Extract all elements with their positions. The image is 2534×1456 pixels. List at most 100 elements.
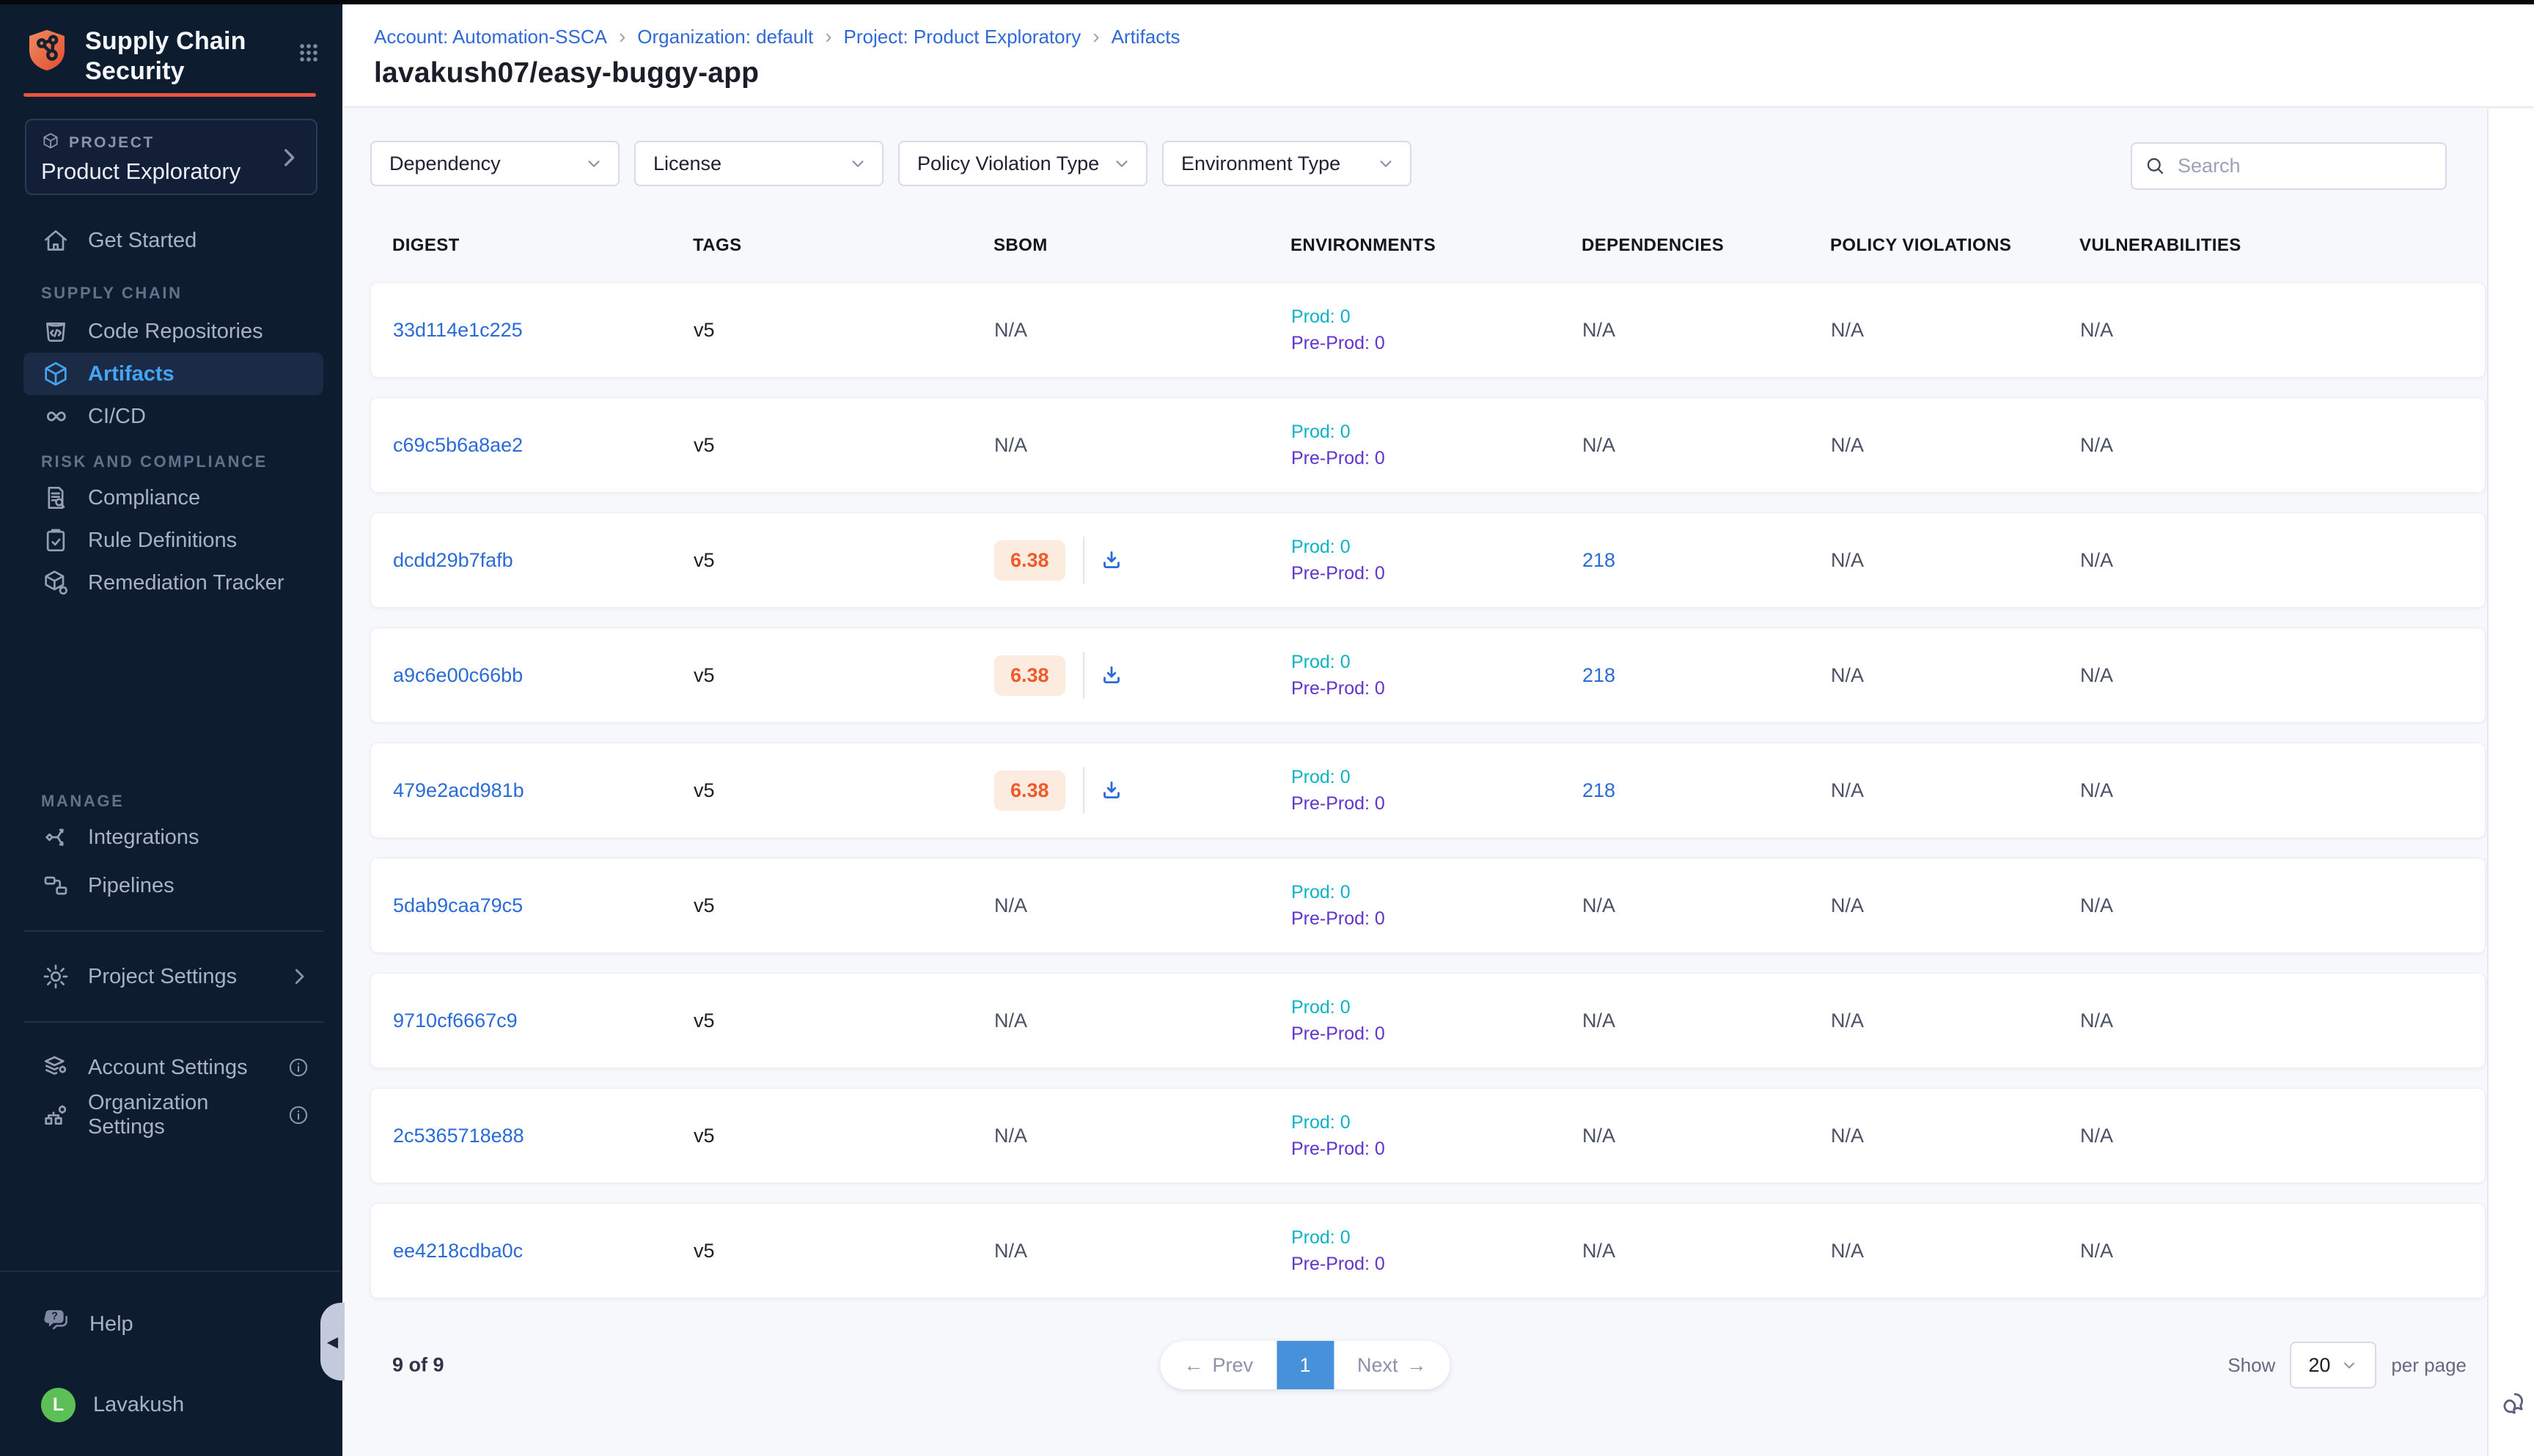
- right-gutter: [2487, 109, 2534, 1456]
- help-chat-icon: ?: [41, 1306, 72, 1342]
- dependencies-link[interactable]: 218: [1582, 779, 1615, 801]
- chat-support-icon[interactable]: [2497, 1389, 2528, 1423]
- digest-link[interactable]: 479e2acd981b: [393, 779, 524, 801]
- current-page-button[interactable]: 1: [1277, 1341, 1334, 1389]
- digest-link[interactable]: 33d114e1c225: [393, 319, 523, 341]
- page-title: lavakush07/easy-buggy-app: [374, 57, 2534, 89]
- next-page-button[interactable]: Next →: [1334, 1341, 1450, 1389]
- gear-icon: [41, 962, 70, 991]
- digest-link[interactable]: a9c6e00c66bb: [393, 664, 523, 686]
- column-header-vulnerabilities: VULNERABILITIES: [2079, 235, 2486, 256]
- digest-link[interactable]: c69c5b6a8ae2: [393, 434, 523, 456]
- sidebar-item-artifacts[interactable]: Artifacts: [23, 353, 323, 395]
- dependencies-value: N/A: [1582, 434, 1615, 456]
- accent-divider: [23, 93, 316, 97]
- per-page-label: per page: [2391, 1354, 2467, 1377]
- table-row: c69c5b6a8ae2v5N/AProd: 0Pre-Prod: 0N/AN/…: [370, 397, 2486, 493]
- next-arrow-icon: →: [1407, 1354, 1427, 1377]
- project-label: PROJECT: [69, 134, 155, 152]
- sidebar-item-pipelines[interactable]: Pipelines: [23, 864, 323, 907]
- environments-cell: Prod: 0Pre-Prod: 0: [1291, 537, 1582, 584]
- help-label: Help: [89, 1312, 133, 1336]
- policy-violation-type-filter-dropdown[interactable]: Policy Violation Type: [898, 141, 1147, 186]
- preprod-count: Pre-Prod: 0: [1291, 793, 1582, 815]
- infinity-icon: [41, 402, 70, 431]
- sidebar-item-project-settings[interactable]: Project Settings: [23, 955, 323, 998]
- tag-value: v5: [694, 894, 715, 916]
- digest-link[interactable]: 9710cf6667c9: [393, 1010, 518, 1032]
- prod-count: Prod: 0: [1291, 882, 1582, 903]
- vulnerabilities-value: N/A: [2080, 894, 2113, 916]
- filter-label: Environment Type: [1181, 152, 1340, 175]
- sidebar-item-remediation-tracker[interactable]: Remediation Tracker: [23, 562, 323, 604]
- preprod-count: Pre-Prod: 0: [1291, 678, 1582, 699]
- tag-value: v5: [694, 1125, 715, 1147]
- search-input[interactable]: [2131, 142, 2447, 190]
- column-header-dependencies: DEPENDENCIES: [1582, 235, 1830, 256]
- sbom-download-button[interactable]: [1099, 548, 1124, 573]
- chevron-right-icon: [276, 145, 301, 174]
- prev-page-button[interactable]: ← Prev: [1160, 1341, 1277, 1389]
- policy-violations-value: N/A: [1831, 894, 1864, 916]
- remediation-box-icon: [41, 568, 70, 598]
- sidebar-item-compliance[interactable]: Compliance: [23, 477, 323, 519]
- sbom-download-button[interactable]: [1099, 778, 1124, 803]
- sidebar-item-label: Organization Settings: [88, 1091, 269, 1139]
- sidebar-item-code-repositories[interactable]: Code Repositories: [23, 310, 323, 353]
- sidebar-item-account-settings[interactable]: Account Settings: [23, 1046, 323, 1089]
- sidebar-item-get-started[interactable]: Get Started: [23, 219, 323, 262]
- nav-section-heading: SUPPLY CHAIN: [23, 282, 323, 304]
- breadcrumb-separator: ›: [1092, 25, 1099, 48]
- project-selector[interactable]: PROJECT Product Exploratory: [25, 119, 317, 195]
- table-header: DIGEST TAGS SBOM ENVIRONMENTS DEPENDENCI…: [370, 235, 2486, 257]
- digest-link[interactable]: 2c5365718e88: [393, 1125, 524, 1147]
- digest-link[interactable]: ee4218cdba0c: [393, 1240, 523, 1262]
- chevron-down-icon: [1112, 154, 1131, 173]
- page-size-select[interactable]: 20: [2290, 1342, 2376, 1389]
- digest-link[interactable]: dcdd29b7fafb: [393, 549, 513, 571]
- breadcrumb-artifacts-link[interactable]: Artifacts: [1112, 26, 1180, 48]
- breadcrumb-account-link[interactable]: Account: Automation-SSCA: [374, 26, 607, 48]
- column-header-environments: ENVIRONMENTS: [1290, 235, 1582, 256]
- table-rows: 33d114e1c225v5N/AProd: 0Pre-Prod: 0N/AN/…: [370, 282, 2486, 1298]
- breadcrumb-project-link[interactable]: Project: Product Exploratory: [844, 26, 1081, 48]
- sidebar-item-rule-definitions[interactable]: Rule Definitions: [23, 519, 323, 562]
- sbom-value: N/A: [994, 1125, 1027, 1147]
- dependency-filter-dropdown[interactable]: Dependency: [370, 141, 620, 186]
- dependencies-link[interactable]: 218: [1582, 664, 1615, 686]
- sidebar-item-cicd[interactable]: CI/CD: [23, 395, 323, 438]
- pipelines-icon: [41, 871, 70, 900]
- show-label: Show: [2228, 1354, 2275, 1377]
- environment-type-filter-dropdown[interactable]: Environment Type: [1162, 141, 1411, 186]
- info-icon[interactable]: [287, 1056, 310, 1079]
- sidebar-item-organization-settings[interactable]: Organization Settings: [23, 1094, 323, 1136]
- preprod-count: Pre-Prod: 0: [1291, 563, 1582, 584]
- vulnerabilities-value: N/A: [2080, 1010, 2113, 1032]
- sidebar-item-label: Rule Definitions: [88, 529, 237, 553]
- sbom-value: N/A: [994, 894, 1027, 916]
- search-box: [2131, 142, 2447, 190]
- dependencies-link[interactable]: 218: [1582, 549, 1615, 571]
- brand-title: Supply Chain Security: [85, 26, 246, 87]
- apps-grid-icon[interactable]: [295, 40, 322, 70]
- environments-cell: Prod: 0Pre-Prod: 0: [1291, 767, 1582, 815]
- user-menu[interactable]: L Lavakush: [41, 1388, 317, 1422]
- sbom-value: N/A: [994, 434, 1027, 456]
- sidebar-item-integrations[interactable]: Integrations: [23, 816, 323, 858]
- digest-link[interactable]: 5dab9caa79c5: [393, 894, 523, 916]
- breadcrumb-organization-link[interactable]: Organization: default: [637, 26, 813, 48]
- nav-section-heading: RISK AND COMPLIANCE: [23, 451, 323, 473]
- preprod-count: Pre-Prod: 0: [1291, 908, 1582, 930]
- help-button[interactable]: ? Help: [41, 1306, 317, 1342]
- organization-settings-icon: [41, 1100, 70, 1130]
- info-icon[interactable]: [287, 1103, 310, 1127]
- license-filter-dropdown[interactable]: License: [634, 141, 884, 186]
- code-repositories-icon: [41, 317, 70, 346]
- tag-value: v5: [694, 664, 715, 686]
- sbom-download-button[interactable]: [1099, 663, 1124, 688]
- pagination-bar: 9 of 9 ← Prev 1 Next → Show: [370, 1341, 2486, 1389]
- sidebar-collapse-handle[interactable]: ◀: [320, 1303, 345, 1380]
- chevron-down-icon: [848, 154, 867, 173]
- vulnerabilities-value: N/A: [2080, 319, 2113, 341]
- policy-violations-value: N/A: [1831, 434, 1864, 456]
